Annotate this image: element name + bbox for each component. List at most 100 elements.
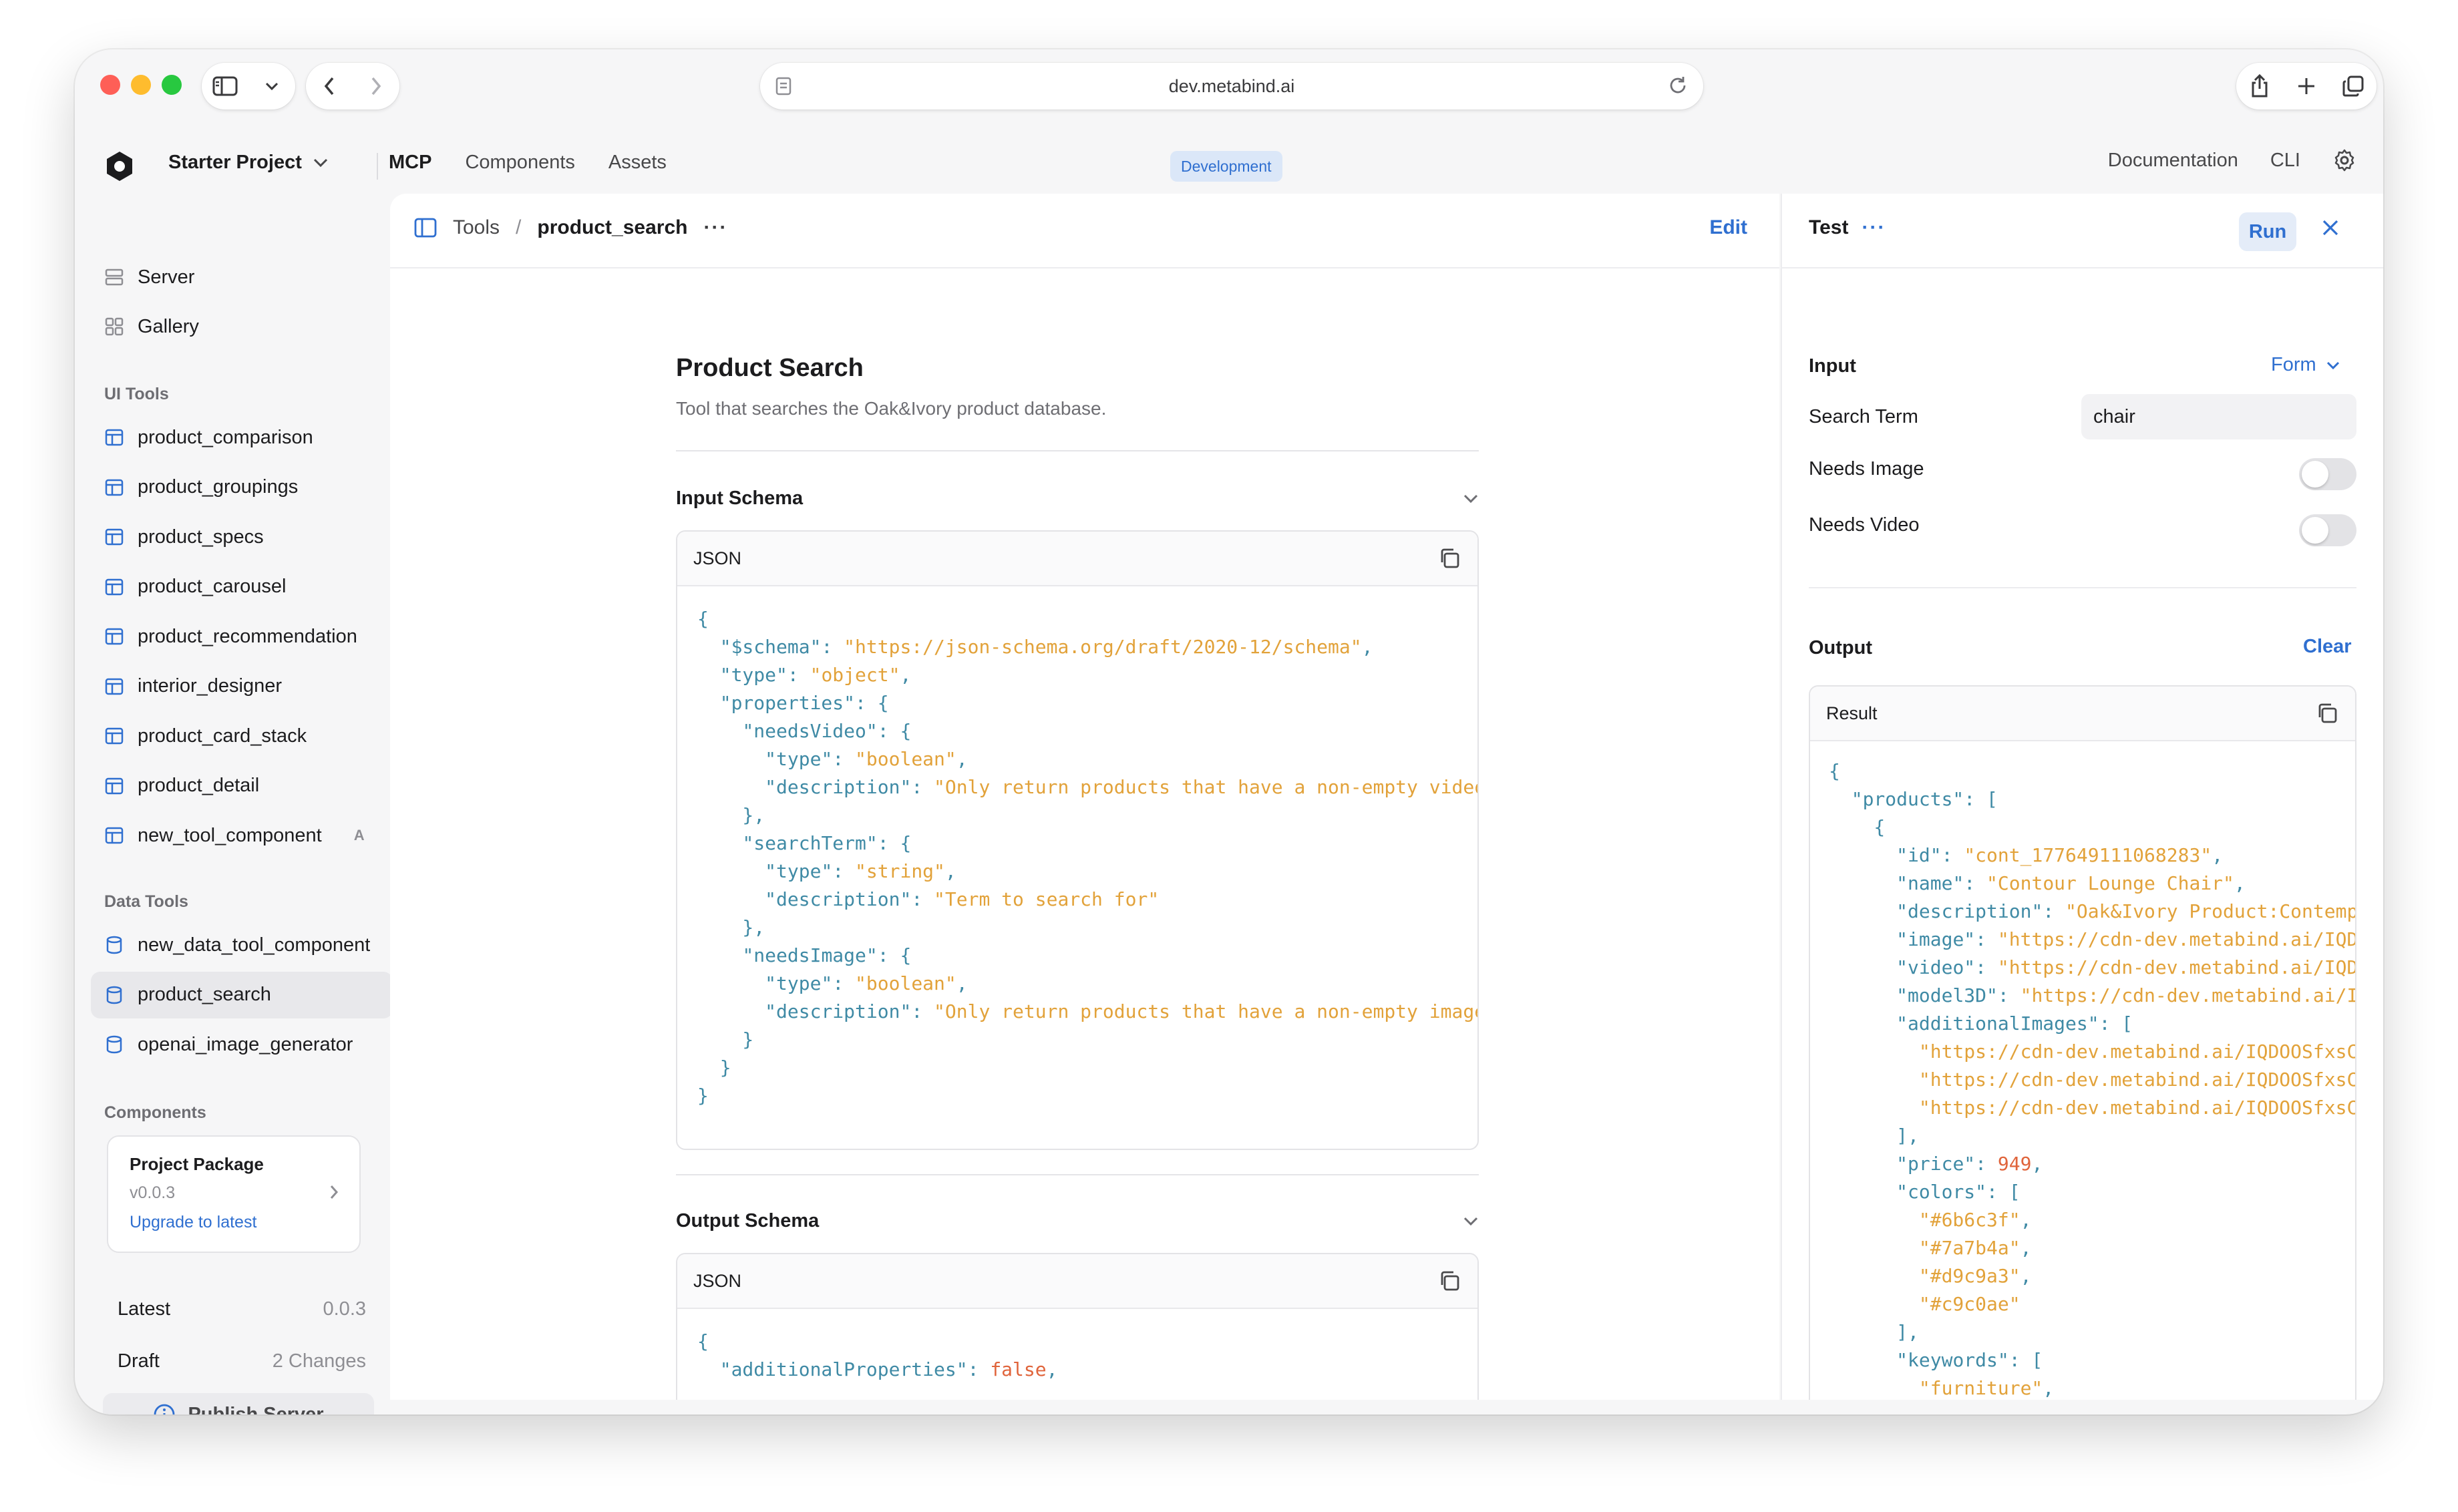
run-button[interactable]: Run — [2239, 212, 2296, 251]
back-button[interactable] — [306, 63, 353, 110]
database-icon — [106, 936, 122, 954]
breadcrumb: Tools / product_search ··· — [414, 216, 727, 239]
test-title-label: Test — [1809, 216, 1849, 238]
sidebar-item-label: product_recommendation — [138, 625, 357, 647]
clear-output-button[interactable]: Clear — [2303, 636, 2352, 658]
app-header: Starter Project MCP Components Assets De… — [75, 130, 2383, 203]
needs-video-label: Needs Video — [1809, 514, 1920, 536]
sidebar-item-product-carousel[interactable]: product_carousel — [91, 564, 393, 610]
needs-video-toggle[interactable] — [2299, 514, 2356, 546]
sidebar-item-product-search[interactable]: product_search — [91, 971, 393, 1018]
sidebar-item-openai-image-generator[interactable]: openai_image_generator — [91, 1021, 393, 1068]
input-schema-header[interactable]: Input Schema — [676, 488, 1479, 510]
chevron-down-icon — [1463, 1217, 1478, 1225]
sidebar-item-label: product_groupings — [138, 476, 299, 498]
edit-button[interactable]: Edit — [1709, 216, 1747, 239]
code-card-header: JSON — [677, 532, 1477, 586]
plus-icon — [2298, 78, 2314, 94]
needs-image-toggle[interactable] — [2299, 458, 2356, 490]
test-more-button[interactable]: ··· — [1862, 216, 1886, 239]
gear-icon[interactable] — [2332, 148, 2356, 172]
layout-icon — [105, 578, 124, 595]
close-icon[interactable] — [2320, 218, 2340, 238]
sidebar-item-product-groupings[interactable]: product_groupings — [91, 464, 393, 511]
page-title: Product Search — [676, 354, 864, 382]
upgrade-link[interactable]: Upgrade to latest — [130, 1213, 256, 1232]
zoom-window-button[interactable] — [162, 75, 182, 95]
input-mode-label: Form — [2271, 354, 2316, 375]
sidebar-item-new-data-tool-component[interactable]: new_data_tool_component — [91, 922, 393, 968]
layout-icon — [105, 777, 124, 794]
chevron-down-icon — [2326, 361, 2339, 369]
sidebar-item-product-card-stack[interactable]: product_card_stack — [91, 713, 393, 759]
sidebar-item-product-specs[interactable]: product_specs — [91, 514, 393, 560]
sidebar-toggle-button[interactable] — [202, 63, 248, 110]
sidebar-item-product-detail[interactable]: product_detail — [91, 763, 393, 809]
chevron-down-icon — [313, 158, 327, 167]
reload-icon[interactable] — [1667, 75, 1689, 96]
result-card: Result { "products": [ { "id": "cont_177… — [1809, 685, 2356, 1400]
tabs-icon — [2342, 75, 2364, 97]
sidebar-item-server[interactable]: Server — [91, 254, 393, 301]
tab-overview-button[interactable] — [2330, 63, 2377, 110]
sidebar-item-gallery[interactable]: Gallery — [91, 303, 393, 350]
tool-detail-panel: Tools / product_search ··· Edit Product … — [390, 194, 1779, 1400]
tab-components[interactable]: Components — [465, 152, 574, 174]
chevron-left-icon — [324, 77, 334, 96]
sidebar-item-interior-designer[interactable]: interior_designer — [91, 663, 393, 710]
grid-icon — [105, 317, 124, 336]
metabind-logo-icon[interactable] — [103, 150, 136, 183]
project-switcher[interactable]: Starter Project — [168, 152, 329, 174]
input-mode-dropdown[interactable]: Form — [2271, 354, 2340, 376]
sidebar-item-label: product_search — [138, 984, 271, 1005]
copy-icon[interactable] — [2315, 701, 2339, 725]
sidebar-item-product-comparison[interactable]: product_comparison — [91, 414, 393, 461]
test-panel-header: Test ··· Run — [1782, 194, 2383, 268]
sidebar-item-new-tool-component[interactable]: new_tool_component A — [91, 812, 393, 859]
tab-assets[interactable]: Assets — [608, 152, 667, 174]
browser-toolbar: dev.metabind.ai — [75, 49, 2383, 123]
tool-description: Tool that searches the Oak&Ivory product… — [676, 398, 1107, 419]
input-schema-title: Input Schema — [676, 488, 804, 509]
layout-icon — [105, 479, 124, 496]
sidebar-item-label: Gallery — [138, 315, 199, 337]
copy-icon[interactable] — [1437, 1269, 1461, 1293]
share-button[interactable] — [2236, 63, 2283, 110]
search-term-input[interactable] — [2081, 394, 2356, 439]
layout-icon — [105, 628, 124, 645]
new-tab-button[interactable] — [2283, 63, 2330, 110]
search-term-label: Search Term — [1809, 406, 1918, 427]
sidebar-item-label: product_detail — [138, 775, 260, 796]
result-card-header: Result — [1810, 687, 2355, 741]
section-divider — [676, 1174, 1479, 1175]
result-label: Result — [1826, 703, 1878, 723]
more-options-button[interactable]: ··· — [703, 216, 727, 239]
sidebar-item-product-recommendation[interactable]: product_recommendation — [91, 613, 393, 660]
tab-group-dropdown[interactable] — [248, 63, 295, 110]
project-name: Starter Project — [168, 152, 302, 173]
ui-tools-heading: UI Tools — [104, 385, 169, 403]
output-schema-header[interactable]: Output Schema — [676, 1210, 1479, 1232]
copy-icon[interactable] — [1437, 546, 1461, 570]
cli-link[interactable]: CLI — [2270, 150, 2300, 172]
address-bar[interactable]: dev.metabind.ai — [760, 63, 1703, 110]
tab-mcp[interactable]: MCP — [389, 152, 431, 174]
environment-badge[interactable]: Development — [1170, 151, 1282, 182]
sidebar-item-label: openai_image_generator — [138, 1033, 353, 1055]
forward-button[interactable] — [353, 63, 399, 110]
test-panel: Test ··· Run Input Form Search Term Need… — [1781, 194, 2383, 1400]
publish-server-button[interactable]: Publish Server — [103, 1393, 374, 1414]
close-window-button[interactable] — [100, 75, 120, 95]
draft-value: 2 Changes — [272, 1350, 366, 1372]
breadcrumb-separator: / — [516, 216, 522, 238]
info-icon — [154, 1404, 175, 1414]
sidebar-panel-icon[interactable] — [414, 218, 437, 238]
share-icon — [2252, 73, 2268, 98]
minimize-window-button[interactable] — [131, 75, 151, 95]
sidebar: Server Gallery UI Tools product_comparis… — [75, 203, 393, 1414]
code-card-header: JSON — [677, 1254, 1477, 1309]
breadcrumb-tools[interactable]: Tools — [453, 216, 500, 239]
output-schema-title: Output Schema — [676, 1210, 820, 1232]
documentation-link[interactable]: Documentation — [2108, 150, 2238, 172]
project-package-card[interactable]: Project Package v0.0.3 Upgrade to latest — [107, 1135, 361, 1253]
